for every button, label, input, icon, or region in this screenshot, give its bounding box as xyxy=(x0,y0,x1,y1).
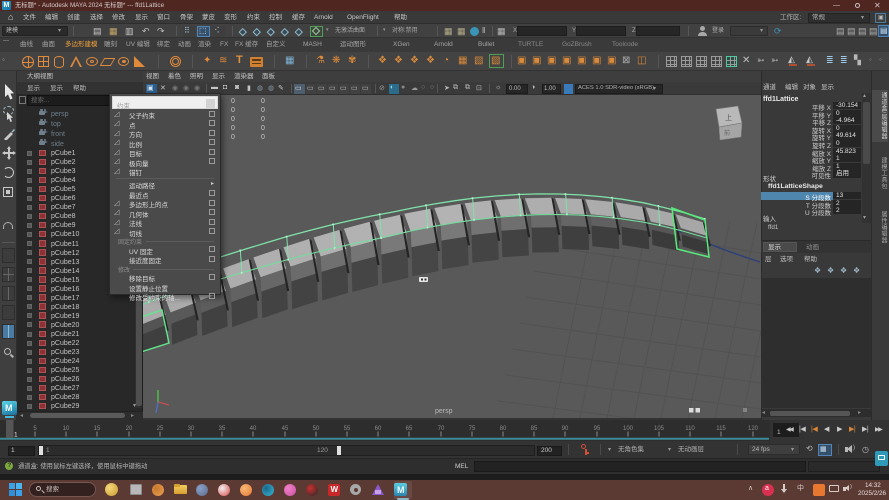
svg-text:10: 10 xyxy=(63,426,70,432)
svg-text:persp: persp xyxy=(435,408,453,415)
svg-text:115: 115 xyxy=(716,426,726,432)
svg-text:0: 0 xyxy=(261,116,265,123)
svg-text:15: 15 xyxy=(94,426,101,432)
svg-text:0: 0 xyxy=(231,107,235,114)
svg-text:35: 35 xyxy=(219,426,226,432)
svg-text:90: 90 xyxy=(562,426,569,432)
svg-text:0: 0 xyxy=(231,116,235,123)
svg-text:120: 120 xyxy=(748,426,759,432)
svg-text:0: 0 xyxy=(261,125,265,132)
svg-text:75: 75 xyxy=(469,426,476,432)
svg-text:95: 95 xyxy=(594,426,601,432)
svg-text:110: 110 xyxy=(685,426,695,432)
svg-text:1: 1 xyxy=(14,432,18,439)
svg-text:105: 105 xyxy=(654,426,665,432)
svg-text:前: 前 xyxy=(724,129,730,137)
svg-text:30: 30 xyxy=(188,426,195,432)
svg-text:0: 0 xyxy=(231,98,235,105)
svg-text:50: 50 xyxy=(313,426,320,432)
svg-text:上: 上 xyxy=(725,113,732,122)
svg-text:60: 60 xyxy=(375,426,382,432)
svg-text:0: 0 xyxy=(231,134,235,141)
svg-text:0: 0 xyxy=(261,98,265,105)
svg-text:1: 1 xyxy=(777,429,781,436)
svg-text:55: 55 xyxy=(344,426,351,432)
svg-text:45: 45 xyxy=(282,426,289,432)
svg-text:80: 80 xyxy=(500,426,507,432)
svg-text:20: 20 xyxy=(126,426,133,432)
svg-text:0: 0 xyxy=(231,125,235,132)
svg-text:0: 0 xyxy=(261,107,265,114)
svg-text:100: 100 xyxy=(623,426,634,432)
svg-text:40: 40 xyxy=(250,426,257,432)
svg-text:85: 85 xyxy=(531,426,538,432)
svg-text:0: 0 xyxy=(261,134,265,141)
svg-text:70: 70 xyxy=(438,426,445,432)
svg-text:65: 65 xyxy=(406,426,413,432)
svg-text:25: 25 xyxy=(157,426,164,432)
